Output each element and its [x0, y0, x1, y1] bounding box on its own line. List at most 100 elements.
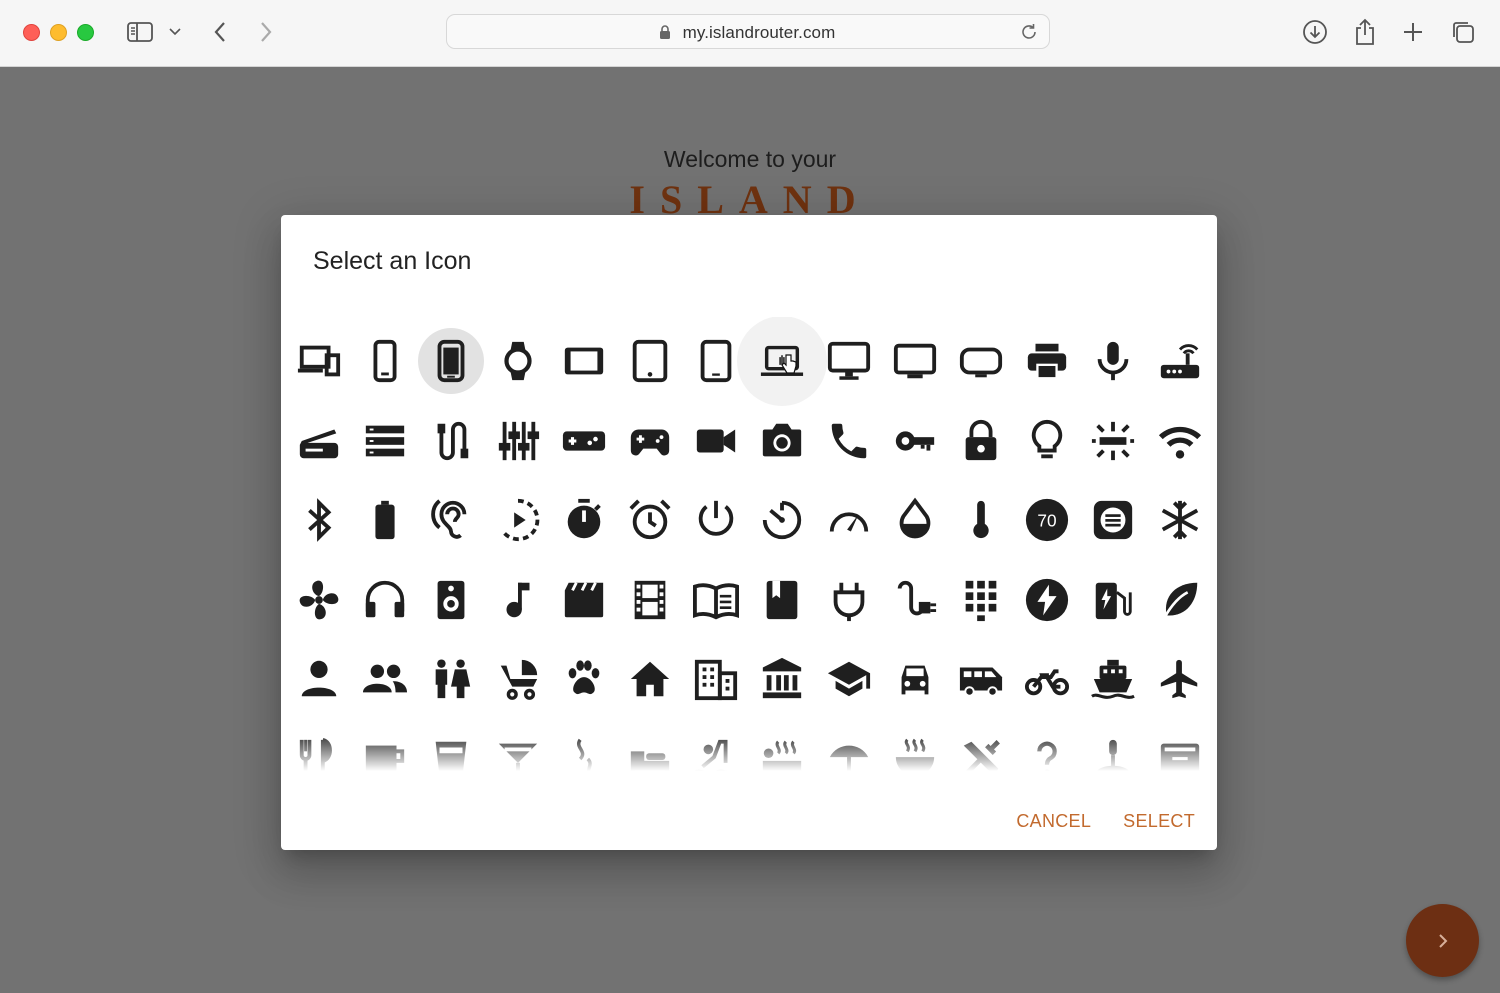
film-strip-icon[interactable] — [617, 567, 683, 633]
tv-rounded-icon[interactable] — [948, 328, 1014, 394]
new-tab-icon[interactable] — [1398, 16, 1428, 48]
slow-motion-icon[interactable] — [485, 487, 551, 553]
mouse-cursor — [780, 353, 798, 375]
watch-icon[interactable] — [485, 328, 551, 394]
wifi-icon[interactable] — [1147, 408, 1213, 474]
address-bar[interactable]: my.islandrouter.com — [446, 14, 1050, 49]
menu-book-icon[interactable] — [683, 567, 749, 633]
office-building-icon[interactable] — [683, 646, 749, 712]
devices-icon[interactable] — [286, 328, 352, 394]
movie-clapper-icon[interactable] — [551, 567, 617, 633]
back-icon[interactable] — [208, 16, 232, 48]
flash-icon[interactable] — [1014, 567, 1080, 633]
school-icon[interactable] — [816, 646, 882, 712]
storage-icon[interactable] — [352, 408, 418, 474]
people-icon[interactable] — [352, 646, 418, 712]
coffee-icon[interactable] — [352, 726, 418, 771]
battery-icon[interactable] — [352, 487, 418, 553]
camera-icon[interactable] — [749, 408, 815, 474]
restaurant-icon[interactable] — [286, 726, 352, 771]
router-icon[interactable] — [1147, 328, 1213, 394]
hearing-icon[interactable] — [418, 487, 484, 553]
book-icon[interactable] — [749, 567, 815, 633]
videocam-icon[interactable] — [683, 408, 749, 474]
stroller-icon[interactable] — [485, 646, 551, 712]
ev-station-icon[interactable] — [1080, 567, 1146, 633]
fan-icon[interactable] — [286, 567, 352, 633]
tv-icon[interactable] — [882, 328, 948, 394]
cancel-button[interactable]: CANCEL — [1016, 811, 1091, 832]
spa-icon[interactable] — [1080, 726, 1146, 771]
bank-icon[interactable] — [749, 646, 815, 712]
microphone-icon[interactable] — [1080, 328, 1146, 394]
downloads-icon[interactable] — [1300, 16, 1330, 48]
close-window-button[interactable] — [23, 24, 40, 41]
thermometer-icon[interactable] — [948, 487, 1014, 553]
water-drop-icon[interactable] — [882, 487, 948, 553]
sidebar-toggle-icon[interactable] — [124, 16, 156, 48]
game-controller-icon[interactable] — [617, 408, 683, 474]
share-icon[interactable] — [1350, 16, 1380, 48]
subject-icon[interactable] — [1080, 487, 1146, 553]
keypad-icon[interactable] — [948, 567, 1014, 633]
scanner-icon[interactable] — [286, 408, 352, 474]
timer-icon[interactable] — [749, 487, 815, 553]
tablet-landscape-icon[interactable] — [551, 328, 617, 394]
smoking-icon[interactable] — [551, 726, 617, 771]
bluetooth-icon[interactable] — [286, 487, 352, 553]
speedometer-icon[interactable] — [816, 487, 882, 553]
kitchen-icon[interactable] — [1147, 726, 1213, 771]
speaker-icon[interactable] — [418, 567, 484, 633]
car-icon[interactable] — [882, 646, 948, 712]
help-icon[interactable] — [1014, 726, 1080, 771]
leaf-icon[interactable] — [1147, 567, 1213, 633]
reload-icon[interactable] — [1019, 22, 1039, 47]
beach-icon[interactable] — [816, 726, 882, 771]
ferry-icon[interactable] — [1080, 646, 1146, 712]
hot-tub-icon[interactable] — [749, 726, 815, 772]
minimize-window-button[interactable] — [50, 24, 67, 41]
paw-icon[interactable] — [551, 646, 617, 712]
printer-icon[interactable] — [1014, 328, 1080, 394]
power-plug-icon[interactable] — [816, 567, 882, 633]
select-button[interactable]: SELECT — [1123, 811, 1195, 832]
van-icon[interactable] — [948, 646, 1014, 712]
music-note-icon[interactable] — [485, 567, 551, 633]
speed-limit-70-icon[interactable]: 70 — [1014, 487, 1080, 553]
light-fixture-icon[interactable] — [1080, 408, 1146, 474]
smartphone-icon[interactable] — [418, 328, 485, 394]
tools-icon[interactable] — [948, 726, 1014, 771]
phone-android-icon[interactable] — [352, 328, 418, 394]
motorcycle-icon[interactable] — [1014, 646, 1080, 712]
forward-icon[interactable] — [254, 16, 278, 48]
zoom-window-button[interactable] — [77, 24, 94, 41]
pool-icon[interactable] — [683, 726, 749, 771]
tablet-android-icon[interactable] — [617, 328, 683, 394]
desktop-icon[interactable] — [816, 328, 882, 394]
power-icon[interactable] — [683, 487, 749, 553]
bed-icon[interactable] — [617, 726, 683, 771]
ramen-icon[interactable] — [882, 726, 948, 771]
tab-overview-icon[interactable] — [1448, 16, 1478, 48]
chevron-down-icon[interactable] — [166, 16, 184, 48]
lightbulb-icon[interactable] — [1014, 408, 1080, 474]
headphones-icon[interactable] — [352, 567, 418, 633]
person-icon[interactable] — [286, 646, 352, 712]
lock-icon[interactable] — [948, 408, 1014, 474]
phone-icon[interactable] — [816, 408, 882, 474]
gamepad-icon[interactable] — [551, 408, 617, 474]
airplane-icon[interactable] — [1147, 646, 1213, 712]
key-icon[interactable] — [882, 408, 948, 474]
snowflake-icon[interactable] — [1147, 487, 1213, 553]
svg-text:70: 70 — [1038, 511, 1057, 531]
family-icon[interactable] — [418, 646, 484, 712]
alarm-icon[interactable] — [617, 487, 683, 553]
equalizer-icon[interactable] — [485, 408, 551, 474]
cup-icon[interactable] — [418, 726, 484, 771]
cable-icon[interactable] — [418, 408, 484, 474]
stopwatch-icon[interactable] — [551, 487, 617, 553]
home-icon[interactable] — [617, 646, 683, 712]
cocktail-icon[interactable] — [485, 726, 551, 771]
electrical-plug-icon[interactable] — [882, 567, 948, 633]
next-button[interactable] — [1406, 904, 1479, 977]
